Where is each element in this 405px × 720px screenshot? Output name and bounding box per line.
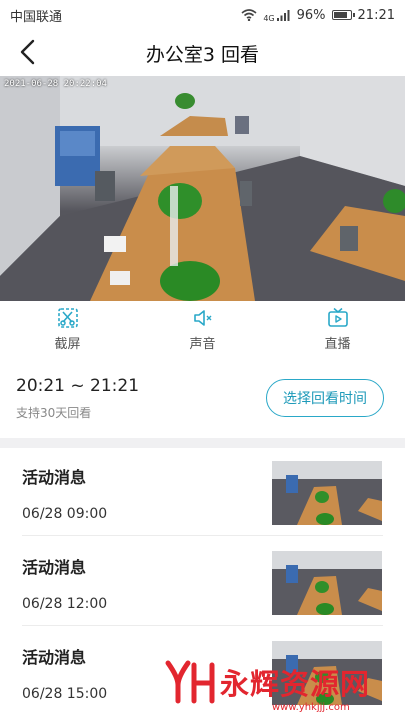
event-thumbnail[interactable] (272, 461, 382, 525)
cell-signal-icon (276, 10, 290, 21)
clock: 21:21 (357, 7, 395, 23)
tv-play-icon (327, 307, 348, 327)
scissors-icon (57, 307, 78, 328)
playback-range: 20:21 ~ 21:21 (16, 376, 140, 396)
status-indicators: 4G 96% 21:21 (241, 8, 395, 23)
nav-bar: 办公室3 回看 (0, 30, 405, 76)
section-divider (0, 438, 405, 448)
event-snapshot-image (272, 551, 382, 615)
screenshot-label: 截屏 (54, 336, 81, 352)
network-type-label: 4G (263, 13, 275, 23)
video-player[interactable]: 2021-06-28 20:22:04 (0, 76, 405, 301)
speaker-muted-icon (193, 309, 211, 326)
sound-button[interactable]: 声音 (158, 307, 248, 352)
event-time: 06/28 15:00 (22, 686, 108, 702)
battery-percent: 96% (296, 7, 326, 23)
watermark-url: www.yhkjjj.com (272, 702, 350, 713)
watermark: 永辉资源网 www.yhkjjj.com (164, 652, 400, 713)
event-title: 活动消息 (22, 558, 87, 577)
chevron-left-icon (20, 39, 35, 65)
live-label: 直播 (324, 336, 351, 352)
event-separator (22, 535, 383, 536)
sound-label: 声音 (189, 336, 216, 352)
watermark-brand: 永辉资源网 (220, 667, 371, 701)
event-item[interactable]: 活动消息 06/28 09:00 (0, 448, 405, 536)
back-button[interactable] (18, 38, 54, 68)
event-item[interactable]: 活动消息 06/28 12:00 (0, 538, 405, 626)
action-bar: 截屏 声音 直播 (0, 302, 405, 356)
watermark-logo-icon (165, 660, 215, 704)
event-time: 06/28 09:00 (22, 506, 108, 522)
live-button[interactable]: 直播 (293, 307, 383, 352)
event-time: 06/28 12:00 (22, 596, 108, 612)
battery-icon (331, 10, 355, 20)
video-timestamp: 2021-06-28 20:22:04 (4, 79, 107, 89)
event-title: 活动消息 (22, 648, 87, 667)
status-bar: 中国联通 4G 96% 21:21 (0, 0, 405, 30)
choose-playback-time-button[interactable]: 选择回看时间 (266, 379, 384, 417)
carrier-label: 中国联通 (10, 9, 63, 25)
event-snapshot-image (272, 461, 382, 525)
wifi-icon (241, 9, 257, 21)
screenshot-button[interactable]: 截屏 (23, 307, 113, 352)
page-title: 办公室3 回看 (145, 43, 260, 66)
event-separator (22, 625, 383, 626)
event-title: 活动消息 (22, 468, 87, 487)
playback-hint: 支持30天回看 (16, 406, 92, 420)
camera-feed-image (0, 76, 405, 301)
event-thumbnail[interactable] (272, 551, 382, 615)
